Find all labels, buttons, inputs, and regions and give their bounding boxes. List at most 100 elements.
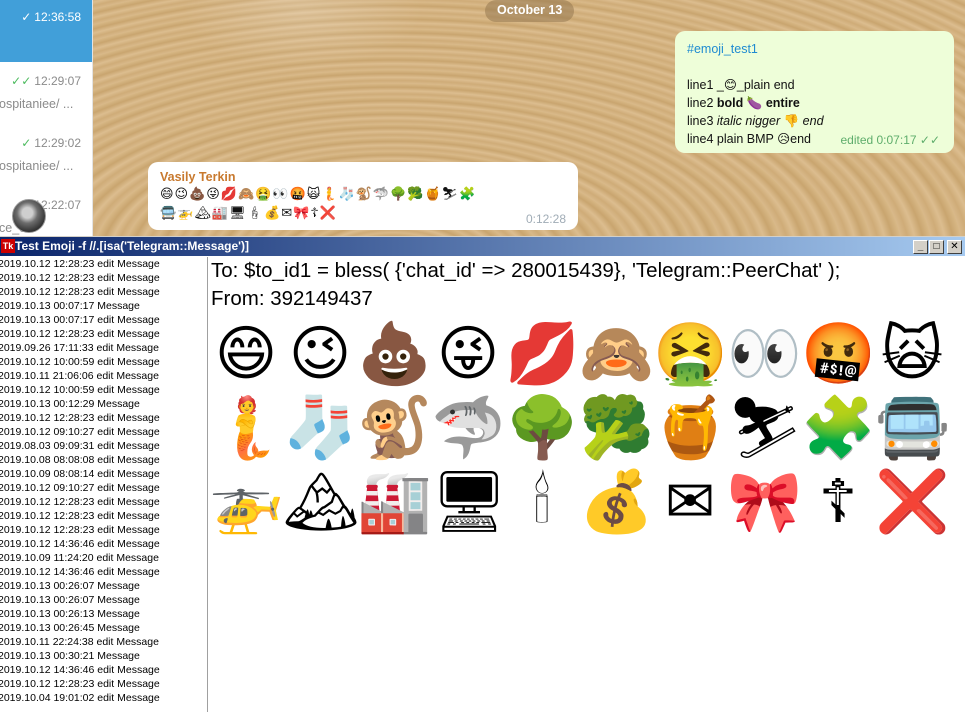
- incoming-message[interactable]: Vasily Terkin 😄😉💩😜💋🙈🤮👀🤬🙀🧜🧦🐒🦈🌳🥦🍯⛷🧩 🚍🚁🏔🏭🖥🕯…: [148, 162, 578, 230]
- message-line-3: line3 italic nigger 👎 end: [687, 114, 824, 128]
- emoji-glyph: 🖥: [431, 467, 508, 537]
- message-log-list[interactable]: 2019.10.12 12:28:23 edit Message 2019.10.…: [0, 257, 208, 712]
- emoji-glyph: 💩: [357, 319, 432, 389]
- log-row[interactable]: 2019.10.09 11:24:20 edit Message: [0, 551, 207, 565]
- maximize-button[interactable]: □: [929, 240, 944, 254]
- emoji-glyph: 🦈: [431, 393, 506, 463]
- log-row[interactable]: 2019.10.12 12:28:23 edit Message: [0, 495, 207, 509]
- check-icon: ✓: [21, 136, 32, 150]
- log-row[interactable]: 2019.10.12 12:28:23 edit Message: [0, 677, 207, 691]
- emoji-glyph: 😉: [288, 319, 352, 389]
- emoji-glyph: 🏭: [357, 467, 432, 537]
- sad-emoji: 😥: [777, 132, 791, 146]
- double-check-icon: ✓✓: [919, 133, 940, 147]
- close-button[interactable]: ✕: [947, 240, 962, 254]
- log-row[interactable]: 2019.10.13 00:26:07 Message: [0, 579, 207, 593]
- log-row[interactable]: 2019.10.13 00:26:13 Message: [0, 607, 207, 621]
- chat-wallpaper: October 13 #emoji_test1 line1 _😊_plain e…: [93, 0, 965, 236]
- emoji-glyph: 🐒: [357, 393, 432, 463]
- emoji-glyph: 🧜: [209, 393, 284, 463]
- emoji-row: 🚁🏔🏭🖥 🕯 💰 ✉ 🎀 ☦ ❌: [209, 465, 965, 539]
- message-meta: edited 0:07:17 ✓✓: [840, 133, 940, 147]
- check-icon: ✓: [21, 10, 32, 24]
- emoji-glyph: 🚁: [209, 467, 284, 537]
- emoji-row: 🧜🧦🐒🦈🌳🥦🍯⛷🧩🚍: [209, 391, 965, 465]
- log-row[interactable]: 2019.10.12 12:28:23 edit Message: [0, 327, 207, 341]
- log-row[interactable]: 2019.10.12 09:10:27 edit Message: [0, 425, 207, 439]
- chat-time: ✓ 12:36:58: [21, 10, 81, 24]
- emoji-glyph: 😜: [436, 319, 500, 389]
- emoji-glyph: 🚍: [875, 393, 950, 463]
- log-row[interactable]: 2019.10.12 14:36:46 edit Message: [0, 565, 207, 579]
- log-row[interactable]: 2019.10.13 00:26:07 Message: [0, 593, 207, 607]
- from-header: From: 392149437: [211, 287, 373, 310]
- emoji-glyph: ☦: [818, 467, 858, 537]
- log-row[interactable]: 2019.10.12 12:28:23 edit Message: [0, 523, 207, 537]
- emoji-glyph: 🙀: [880, 319, 944, 389]
- to-header: To: $to_id1 = bless( {'chat_id' => 28001…: [211, 259, 841, 282]
- emoji-glyph: 🤮: [653, 319, 728, 389]
- emoji-glyph: 🥦: [579, 393, 654, 463]
- chat-preview: ospitaniee/ ...: [0, 159, 74, 173]
- emoji-glyph: 💰: [579, 467, 654, 537]
- message-line-1: line1 _😊_plain end: [687, 78, 795, 92]
- hashtag-link[interactable]: #emoji_test1: [687, 40, 942, 58]
- emoji-glyph: 🤬: [801, 319, 876, 389]
- eggplant-emoji: 🍆: [746, 96, 763, 110]
- title-bar[interactable]: Tk Test Emoji -f //.[isa('Telegram::Mess…: [0, 236, 965, 256]
- log-row[interactable]: 2019.10.12 12:28:23 edit Message: [0, 411, 207, 425]
- log-row[interactable]: 2019.10.13 00:30:21 Message: [0, 649, 207, 663]
- emoji-glyph: 🙈: [579, 319, 654, 389]
- message-detail-pane: To: $to_id1 = bless( {'chat_id' => 28001…: [209, 257, 965, 712]
- log-row[interactable]: 2019.10.11 21:06:06 edit Message: [0, 369, 207, 383]
- date-separator: October 13: [485, 0, 575, 22]
- log-row[interactable]: 2019.10.09 08:08:14 edit Message: [0, 467, 207, 481]
- log-row[interactable]: 2019.10.13 00:07:17 edit Message: [0, 313, 207, 327]
- emoji-glyph: ✉: [664, 467, 716, 537]
- log-row[interactable]: 2019.10.12 12:28:23 edit Message: [0, 271, 207, 285]
- chat-list-item[interactable]: ✓✓ 12:29:07 ospitaniee/ ...: [0, 62, 92, 124]
- minimize-button[interactable]: _: [913, 240, 928, 254]
- log-row[interactable]: 2019.10.12 09:10:27 edit Message: [0, 481, 207, 495]
- log-row[interactable]: 2019.10.12 10:00:59 edit Message: [0, 355, 207, 369]
- emoji-grid: 😄 😉💩😜💋🙈🤮👀🤬🙀 🧜🧦🐒🦈🌳🥦🍯⛷🧩🚍 🚁🏔🏭🖥 🕯 💰 ✉ 🎀 ☦ ❌: [209, 317, 965, 539]
- log-row[interactable]: 2019.10.12 12:28:23 edit Message: [0, 509, 207, 523]
- log-row[interactable]: 2019.10.12 14:36:46 edit Message: [0, 537, 207, 551]
- avatar[interactable]: [12, 199, 46, 233]
- tk-window: Tk Test Emoji -f //.[isa('Telegram::Mess…: [0, 236, 965, 712]
- thumbs-down-emoji: 👎: [783, 114, 800, 128]
- chat-time: ✓ 12:29:02: [21, 136, 81, 150]
- log-row[interactable]: 2019.10.13 00:12:29 Message: [0, 397, 207, 411]
- chat-list-item[interactable]: ✓ 12:29:02 ospitaniee/ ...: [0, 124, 92, 186]
- log-row[interactable]: 2019.10.13 00:26:45 Message: [0, 621, 207, 635]
- emoji-glyph: 🕯: [533, 467, 551, 537]
- tk-icon[interactable]: Tk: [1, 239, 15, 253]
- log-row[interactable]: 2019.10.04 19:01:02 edit Message: [0, 691, 207, 705]
- outgoing-message[interactable]: #emoji_test1 line1 _😊_plain end line2 bo…: [675, 31, 954, 153]
- emoji-glyph: 🧦: [283, 393, 358, 463]
- log-row[interactable]: 2019.10.12 12:28:23 edit Message: [0, 285, 207, 299]
- emoji-glyph: ❌: [875, 467, 950, 537]
- chat-list: ✓ 12:36:58 ✓✓ 12:29:07 ospitaniee/ ... ✓ 12…: [0, 0, 93, 236]
- log-row[interactable]: 2019.10.12 12:28:23 edit Message: [0, 257, 207, 271]
- chat-preview: ospitaniee/ ...: [0, 97, 74, 111]
- chat-list-item-active[interactable]: ✓ 12:36:58: [0, 0, 92, 62]
- emoji-glyph: 🍯: [653, 393, 728, 463]
- log-row[interactable]: 2019.08.03 09:09:31 edit Message: [0, 439, 207, 453]
- emoji-glyph: 💋: [505, 319, 580, 389]
- log-row[interactable]: 2019.10.13 00:07:17 Message: [0, 299, 207, 313]
- emoji-glyph: 🌳: [505, 393, 580, 463]
- message-time: 0:12:28: [525, 212, 566, 226]
- log-row[interactable]: 2019.10.12 14:36:46 edit Message: [0, 663, 207, 677]
- message-line-2: line2 bold 🍆 entire: [687, 96, 800, 110]
- emoji-line: 😄😉💩😜💋🙈🤮👀🤬🙀🧜🧦🐒🦈🌳🥦🍯⛷🧩: [160, 186, 477, 201]
- log-row[interactable]: 2019.09.26 17:11:33 edit Message: [0, 341, 207, 355]
- emoji-glyph: 👀: [727, 319, 802, 389]
- log-row[interactable]: 2019.10.11 22:24:38 edit Message: [0, 635, 207, 649]
- log-row[interactable]: 2019.10.08 08:08:08 edit Message: [0, 453, 207, 467]
- smiling-emoji: 😊: [723, 78, 737, 92]
- emoji-glyph: ⛷: [727, 393, 804, 463]
- log-row[interactable]: 2019.10.12 10:00:59 edit Message: [0, 383, 207, 397]
- emoji-glyph: 🎀: [727, 467, 802, 537]
- sender-name[interactable]: Vasily Terkin: [160, 170, 566, 184]
